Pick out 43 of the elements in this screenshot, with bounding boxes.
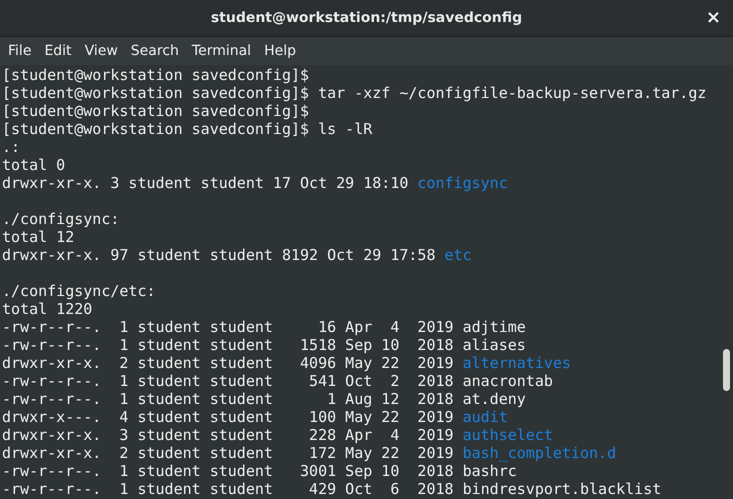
- directory-name: etc: [444, 246, 472, 264]
- scrollbar-thumb[interactable]: [723, 349, 730, 391]
- menu-item[interactable]: Help: [258, 40, 302, 62]
- window-title: student@workstation:/tmp/savedconfig: [210, 10, 522, 26]
- listing-details: drwxr-xr-x. 3 student student 17 Oct 29 18:10: [2, 174, 408, 192]
- menu-item[interactable]: Terminal: [186, 40, 258, 62]
- file-name: aliases: [462, 336, 526, 354]
- menu-item[interactable]: View: [78, 40, 124, 62]
- terminal-line: [student@workstation savedconfig]$: [2, 66, 310, 84]
- listing-details: -rw-r--r--. 1 student student 541 Oct 2 2018: [2, 372, 454, 390]
- terminal-line: total 12: [2, 228, 74, 246]
- close-button[interactable]: ×: [702, 8, 725, 28]
- listing-details: drwxr-xr-x. 2 student student 4096 May 22 2019: [2, 354, 454, 372]
- terminal-line: [student@workstation savedconfig]$ tar -xzf ~/configfile-backup-servera.tar.gz: [2, 84, 706, 102]
- terminal-line: total 1220: [2, 300, 92, 318]
- menu-item[interactable]: Search: [124, 40, 185, 62]
- menu-item[interactable]: File: [2, 40, 38, 62]
- listing-details: -rw-r--r--. 1 student student 16 Apr 4 2019: [2, 318, 454, 336]
- listing-details: drwxr-xr-x. 97 student student 8192 Oct 29 17:58: [2, 246, 436, 264]
- directory-name: audit: [462, 408, 508, 426]
- terminal-line: ./configsync/etc:: [2, 282, 156, 300]
- file-name: anacrontab: [462, 372, 553, 390]
- directory-name: bash_completion.d: [462, 444, 616, 462]
- listing-details: -rw-r--r--. 1 student student 1 Aug 12 2018: [2, 390, 454, 408]
- terminal-line: ./configsync:: [2, 210, 120, 228]
- terminal-line: total 0: [2, 156, 66, 174]
- listing-details: drwxr-x---. 4 student student 100 May 22 2019: [2, 408, 454, 426]
- directory-name: alternatives: [462, 354, 571, 372]
- directory-name: authselect: [462, 426, 553, 444]
- file-name: bindresvport.blacklist: [462, 480, 662, 498]
- listing-details: drwxr-xr-x. 3 student student 228 Apr 4 2019: [2, 426, 454, 444]
- listing-details: drwxr-xr-x. 2 student student 172 May 22 2019: [2, 444, 454, 462]
- terminal-line: [student@workstation savedconfig]$ ls -lR: [2, 120, 372, 138]
- listing-details: -rw-r--r--. 1 student student 1518 Sep 10 2018: [2, 336, 454, 354]
- terminal-line: .:: [2, 138, 20, 156]
- listing-details: -rw-r--r--. 1 student student 429 Oct 6 2018: [2, 480, 454, 498]
- listing-details: -rw-r--r--. 1 student student 3001 Sep 10 2018: [2, 462, 454, 480]
- file-name: adjtime: [462, 318, 526, 336]
- menu-item[interactable]: Edit: [38, 40, 78, 62]
- directory-name: configsync: [417, 174, 508, 192]
- file-name: bashrc: [462, 462, 517, 480]
- file-name: at.deny: [462, 390, 526, 408]
- terminal-line: [student@workstation savedconfig]$: [2, 102, 310, 120]
